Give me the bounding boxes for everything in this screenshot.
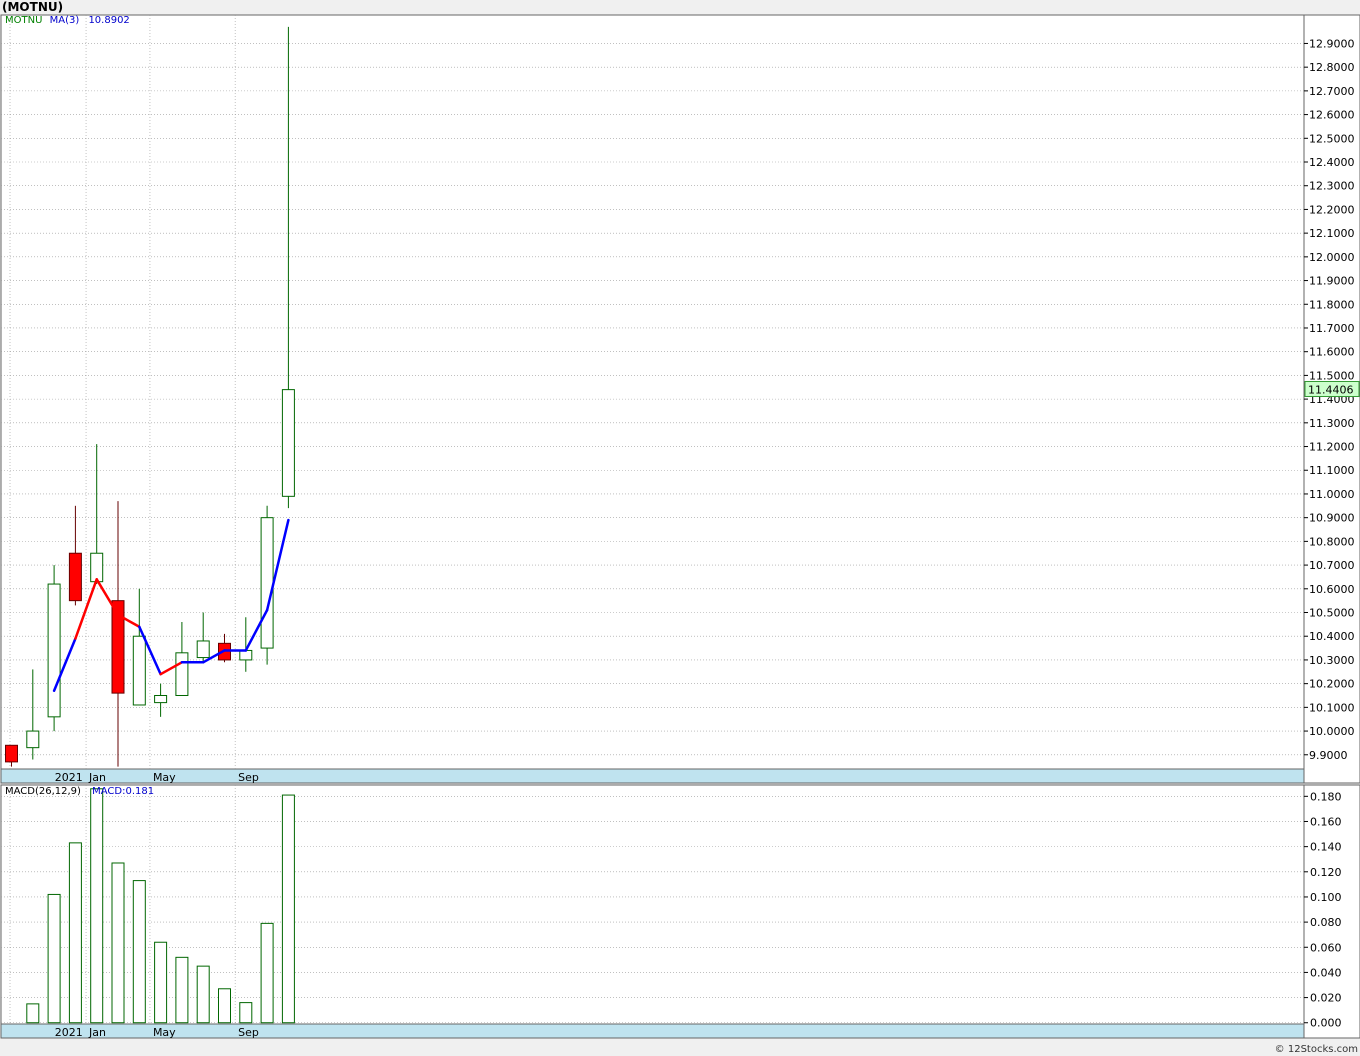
candle-body <box>90 552 104 583</box>
credit-text: © 12Stocks.com <box>1274 1044 1358 1055</box>
price-tick-label: 11.6000 <box>1309 346 1355 359</box>
macd-bar <box>111 862 125 1024</box>
candle-body <box>239 649 253 661</box>
price-tick-label: 12.6000 <box>1309 109 1355 122</box>
price-panel <box>0 14 1305 770</box>
price-tick-label: 12.5000 <box>1309 132 1355 145</box>
price-x-label: Sep <box>238 771 259 784</box>
price-tick-label: 12.1000 <box>1309 227 1355 240</box>
price-tick-label: 11.7000 <box>1309 322 1355 335</box>
chart-svg: 9.9000 10.0000 10.1000 10.2000 10.3000 10.400… <box>0 14 1360 1039</box>
price-tick-label: 11.3000 <box>1309 417 1355 430</box>
macd-bar <box>281 794 295 1024</box>
price-tick-label: 11.0000 <box>1309 488 1355 501</box>
macd-bar <box>154 941 168 1024</box>
candle-body <box>68 552 82 602</box>
macd-tick-label: 0.120 <box>1310 866 1342 879</box>
macd-tick-label: 0.160 <box>1310 815 1342 828</box>
macd-x-axis-band <box>0 1023 1305 1039</box>
macd-bar <box>260 922 274 1024</box>
price-x-label: 2021 <box>55 771 83 784</box>
price-legend: MOTNU MA(3) 10.8902 <box>5 15 130 26</box>
ma-value: 10.8902 <box>88 15 130 26</box>
macd-bar <box>26 1003 40 1024</box>
macd-x-label: May <box>153 1026 176 1039</box>
price-tick-label: 11.9000 <box>1309 275 1355 288</box>
price-x-axis-band <box>0 768 1305 784</box>
price-tick-label: 10.8000 <box>1309 535 1355 548</box>
price-tick-label: 9.9000 <box>1309 749 1348 762</box>
price-tick-label: 10.1000 <box>1309 701 1355 714</box>
candle-body <box>132 635 146 706</box>
price-tick-label: 10.9000 <box>1309 512 1355 525</box>
price-tick-label: 12.8000 <box>1309 61 1355 74</box>
price-tick-label: 10.0000 <box>1309 725 1355 738</box>
price-tick-label: 12.4000 <box>1309 156 1355 169</box>
ma-label: MA(3) <box>49 15 80 26</box>
last-price-label: 11.4406 <box>1308 383 1354 396</box>
macd-tick-label: 0.180 <box>1310 790 1342 803</box>
macd-bar <box>196 965 210 1024</box>
macd-bar <box>239 1002 253 1024</box>
price-tick-label: 11.5000 <box>1309 369 1355 382</box>
price-tick-label: 10.3000 <box>1309 654 1355 667</box>
macd-bar <box>175 956 189 1024</box>
price-tick-label: 10.6000 <box>1309 583 1355 596</box>
macd-tick-label: 0.100 <box>1310 891 1342 904</box>
chart-root: 9.9000 10.0000 10.1000 10.2000 10.3000 10.400… <box>0 0 1360 1056</box>
price-tick-label: 12.0000 <box>1309 251 1355 264</box>
macd-x-label: Jan <box>88 1026 106 1039</box>
price-tick-label: 12.9000 <box>1309 37 1355 50</box>
price-tick-label: 10.2000 <box>1309 678 1355 691</box>
candle-body <box>281 389 295 497</box>
macd-tick-label: 0.040 <box>1310 966 1342 979</box>
price-tick-label: 12.2000 <box>1309 203 1355 216</box>
macd-tick-label: 0.060 <box>1310 941 1342 954</box>
price-tick-label: 10.7000 <box>1309 559 1355 572</box>
price-tick-label: 12.7000 <box>1309 85 1355 98</box>
candle-body <box>47 583 61 718</box>
symbol-label: MOTNU <box>5 15 43 26</box>
macd-bar <box>218 988 231 1024</box>
macd-panel <box>0 784 1305 1025</box>
candle-body <box>260 517 274 649</box>
price-tick-label: 11.1000 <box>1309 464 1355 477</box>
candle-body <box>154 694 168 704</box>
candle-body <box>196 640 210 659</box>
macd-bar <box>47 893 61 1024</box>
price-tick-label: 11.8000 <box>1309 298 1355 311</box>
macd-x-label: 2021 <box>55 1026 83 1039</box>
candle-body <box>26 730 40 749</box>
price-x-label: Jan <box>88 771 106 784</box>
chart-title: (MOTNU) <box>2 0 64 14</box>
macd-legend: MACD(26,12,9) MACD:0.181 <box>5 786 154 797</box>
price-x-label: May <box>153 771 176 784</box>
macd-indicator-label: MACD(26,12,9) <box>5 786 81 797</box>
macd-tick-label: 0.140 <box>1310 841 1342 854</box>
macd-tick-label: 0.020 <box>1310 992 1342 1005</box>
macd-x-label: Sep <box>238 1026 259 1039</box>
price-tick-label: 10.5000 <box>1309 607 1355 620</box>
price-tick-label: 10.4000 <box>1309 630 1355 643</box>
macd-tick-label: 0.000 <box>1310 1017 1342 1030</box>
macd-bar <box>132 880 146 1024</box>
macd-value-label: MACD:0.181 <box>92 786 155 797</box>
price-tick-label: 11.2000 <box>1309 441 1355 454</box>
macd-bar <box>68 842 82 1024</box>
candle-body <box>175 652 189 696</box>
macd-bar <box>90 788 104 1024</box>
candle-body <box>5 744 18 763</box>
price-tick-label: 12.3000 <box>1309 180 1355 193</box>
macd-tick-label: 0.080 <box>1310 916 1342 929</box>
